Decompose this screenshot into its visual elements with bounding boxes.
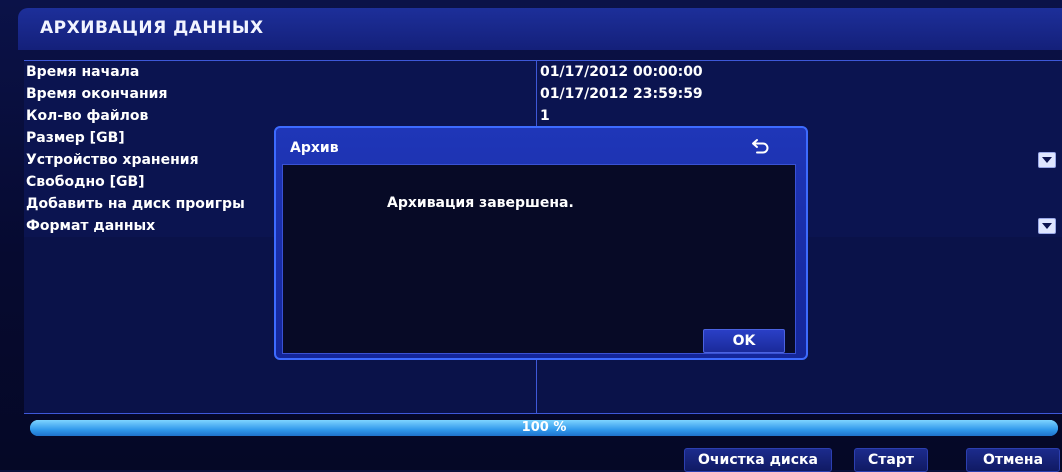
file-count-value: 1 <box>540 108 550 124</box>
column-divider <box>536 391 537 413</box>
end-time-value[interactable]: 01/17/2012 23:59:59 <box>540 84 703 105</box>
row-start-time: Время начала 01/17/2012 00:00:00 <box>24 61 1062 84</box>
progress-bar: 100 % <box>30 420 1058 436</box>
archive-dialog: Архив Архивация завершена. OK <box>274 126 808 360</box>
row-label: Время начала <box>26 64 140 80</box>
archive-screen: АРХИВАЦИЯ ДАННЫХ Время начала 01/17/2012… <box>0 0 1062 472</box>
back-arrow-icon[interactable] <box>750 134 772 156</box>
start-time-value[interactable]: 01/17/2012 00:00:00 <box>540 62 703 83</box>
row-end-time: Время окончания 01/17/2012 23:59:59 <box>24 83 1062 106</box>
progress-label: 100 % <box>521 420 567 435</box>
title-bar: АРХИВАЦИЯ ДАННЫХ <box>18 8 1062 50</box>
row-label: Время окончания <box>26 86 168 102</box>
column-divider <box>536 61 537 83</box>
clear-disk-button[interactable]: Очистка диска <box>684 448 832 472</box>
chevron-down-icon[interactable] <box>1038 152 1056 168</box>
page-title: АРХИВАЦИЯ ДАННЫХ <box>40 18 264 38</box>
dialog-body: Архивация завершена. OK <box>282 164 796 354</box>
column-divider <box>536 83 537 105</box>
column-divider <box>536 105 537 127</box>
table-row <box>24 369 1062 392</box>
row-file-count: Кол-во файлов 1 <box>24 105 1062 128</box>
chevron-down-icon[interactable] <box>1038 218 1056 234</box>
start-button[interactable]: Старт <box>854 448 928 472</box>
dialog-title: Архив <box>290 140 339 156</box>
ok-button[interactable]: OK <box>703 329 785 353</box>
cancel-button[interactable]: Отмена <box>966 448 1060 472</box>
row-label: Кол-во файлов <box>26 108 149 124</box>
column-divider <box>536 369 537 391</box>
dialog-message: Архивация завершена. <box>387 195 574 211</box>
table-row <box>24 391 1062 414</box>
